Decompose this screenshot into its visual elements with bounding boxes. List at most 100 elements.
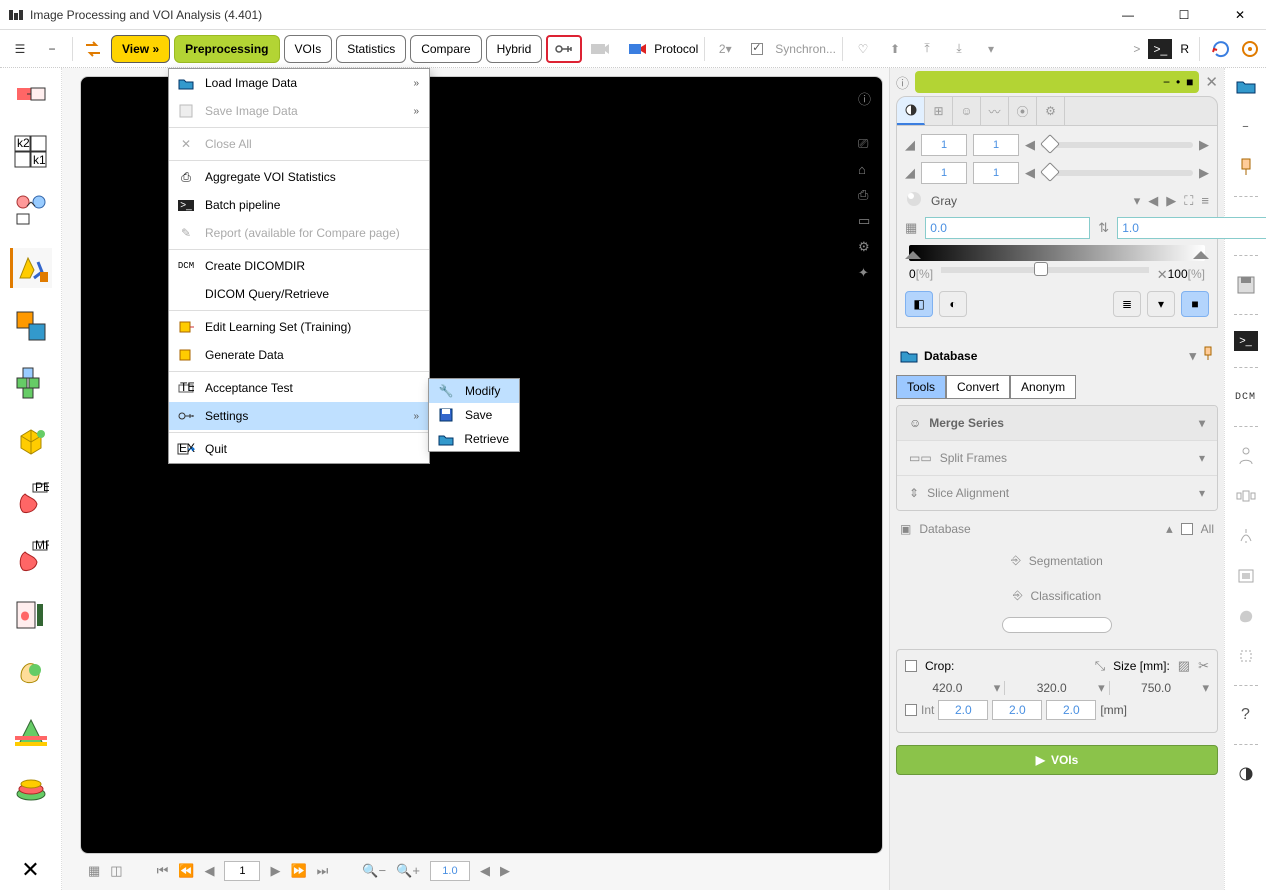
range-max-input[interactable] [1117,217,1266,239]
menu-settings[interactable]: Settings» [169,402,429,430]
collapse-icon[interactable]: − [38,35,66,63]
dot-icon[interactable]: • [1176,75,1180,89]
colormap-label[interactable]: Gray [931,194,1126,208]
settings-shortcut-button[interactable] [546,35,582,63]
module-icon-kinetic[interactable]: k2k1 [10,132,52,172]
dropdown-icon[interactable]: ▾ [994,680,1001,696]
preset-btn-4[interactable]: ▾ [1147,291,1175,317]
tab-view[interactable]: View » [111,35,170,63]
segmentation-row[interactable]: ⎆ Segmentation [896,543,1218,578]
protocol-button[interactable]: Protocol [628,41,698,57]
prev-icon[interactable]: ◀ [204,863,214,879]
grid-icon[interactable]: ▦ [88,863,100,879]
colormap-dropdown-icon[interactable]: ▾ [1134,193,1141,209]
min-dash-icon[interactable]: − [1163,75,1170,89]
panel-tab-radio[interactable]: ⦿ [1009,97,1037,125]
pin-icon[interactable] [1202,346,1214,365]
vois-button[interactable]: ▶VOIs [896,745,1218,775]
frames-icon[interactable] [1232,483,1260,509]
tab-hybrid[interactable]: Hybrid [486,35,543,63]
help-icon[interactable]: ? [1232,702,1260,728]
int-z-input[interactable] [1046,700,1096,720]
tool-icon[interactable]: ⌂ [858,162,886,177]
submenu-modify[interactable]: 🔧 Modify [429,379,519,403]
merge-series-item[interactable]: ☺ Merge Series▾ [897,406,1217,441]
terminal-icon[interactable]: >_ [1148,39,1172,59]
menu-create-dicomdir[interactable]: DCM Create DICOMDIR [169,252,429,280]
save-disk-icon[interactable] [1232,272,1260,298]
link-icon[interactable]: ⇅ [1098,220,1109,236]
movie-icon[interactable]: ▭ [858,213,886,229]
magnify-icon[interactable]: ✦ [858,265,886,281]
maximize-button[interactable]: ☐ [1166,5,1202,25]
menu-icon[interactable]: ☰ [6,35,34,63]
split-frames-item[interactable]: ▭▭ Split Frames▾ [897,441,1217,476]
preset-btn-5[interactable]: ■ [1181,291,1209,317]
module-icon-1[interactable] [10,74,52,114]
tab-vois[interactable]: VOIs [284,35,333,63]
slice2-a-input[interactable] [921,162,967,184]
align-icon[interactable] [1232,523,1260,549]
pct-slider[interactable] [941,267,1149,273]
rect-icon[interactable] [1232,563,1260,589]
panel-tab-grid[interactable]: ⊞ [925,97,953,125]
gradient-bar[interactable] [909,245,1205,261]
menu-aggregate-voi[interactable]: ⎙ Aggregate VOI Statistics [169,163,429,191]
module-icon-segment[interactable] [10,712,52,752]
menu-edit-learning[interactable]: Edit Learning Set (Training) [169,313,429,341]
int-checkbox[interactable] [905,704,917,716]
class-pill[interactable] [1002,617,1112,633]
gear-icon[interactable]: ⚙ [858,239,886,255]
slice1-b-input[interactable] [973,134,1019,156]
tab-compare[interactable]: Compare [410,35,481,63]
menu-generate-data[interactable]: Generate Data [169,341,429,369]
pct-x-icon[interactable]: ✕ [1157,267,1168,283]
preset-btn-1[interactable]: ◧ [905,291,933,317]
module-icon-view3d[interactable] [10,364,52,404]
collapse-icon[interactable]: − [1232,114,1260,140]
db-tab-convert[interactable]: Convert [946,375,1010,399]
slice2-b-input[interactable] [973,162,1019,184]
next-group-icon[interactable]: ⏩ [290,863,306,879]
tab-preprocessing[interactable]: Preprocessing [174,35,279,63]
slider-left-icon[interactable]: ◀ [1025,137,1035,153]
print-icon[interactable]: ⎙ [858,187,886,203]
close-module-button[interactable]: ✕ [10,850,52,890]
page-input[interactable] [224,861,260,881]
prev-group-icon[interactable]: ⏪ [178,863,194,879]
menu-quit[interactable]: EXIT Quit [169,435,429,463]
last-icon[interactable]: ⏭ [317,863,329,879]
classification-row[interactable]: ⎆ Classification [896,578,1218,613]
slider-left-icon[interactable]: ◀ [1025,165,1035,181]
int-x-input[interactable] [938,700,988,720]
menu-acceptance-test[interactable]: TEST Acceptance Test [169,374,429,402]
panel-tab-gear[interactable]: ⚙ [1037,97,1065,125]
slider-right-icon[interactable]: ▶ [1199,165,1209,181]
panel-tab-contrast[interactable] [897,97,925,125]
brain-icon[interactable] [1232,603,1260,629]
square-icon[interactable]: ▨ [1178,658,1190,674]
zoom-right-icon[interactable]: ▶ [500,863,510,879]
panel-tab-person[interactable]: ☺ [953,97,981,125]
folder-icon[interactable] [1232,74,1260,100]
dropdown-icon[interactable]: ▾ [977,35,1005,63]
menu-dicom-qr[interactable]: DICOM Query/Retrieve [169,280,429,308]
submenu-save[interactable]: Save [429,403,519,427]
target-icon[interactable] [1240,39,1260,59]
info-icon[interactable]: ⓘ [858,89,886,108]
dcm-label[interactable]: DCM [1232,384,1260,410]
zoom-input[interactable] [430,861,470,881]
colormap-next-icon[interactable]: ▶ [1166,193,1176,209]
module-icon-fusion[interactable] [10,306,52,346]
submenu-retrieve[interactable]: Retrieve [429,427,519,451]
zoom-in-icon[interactable]: 🔍+ [396,863,420,879]
module-icon-cardiac[interactable] [10,596,52,636]
minimize-button[interactable]: — [1110,5,1146,25]
int-y-input[interactable] [992,700,1042,720]
dropdown-icon[interactable]: ▾ [1098,680,1105,696]
first-icon[interactable]: ⏮ [157,863,169,879]
zoom-left-icon[interactable]: ◀ [480,863,490,879]
slider2-track[interactable] [1041,170,1193,176]
db-tab-anonym[interactable]: Anonym [1010,375,1076,399]
pin-icon[interactable] [1232,154,1260,180]
